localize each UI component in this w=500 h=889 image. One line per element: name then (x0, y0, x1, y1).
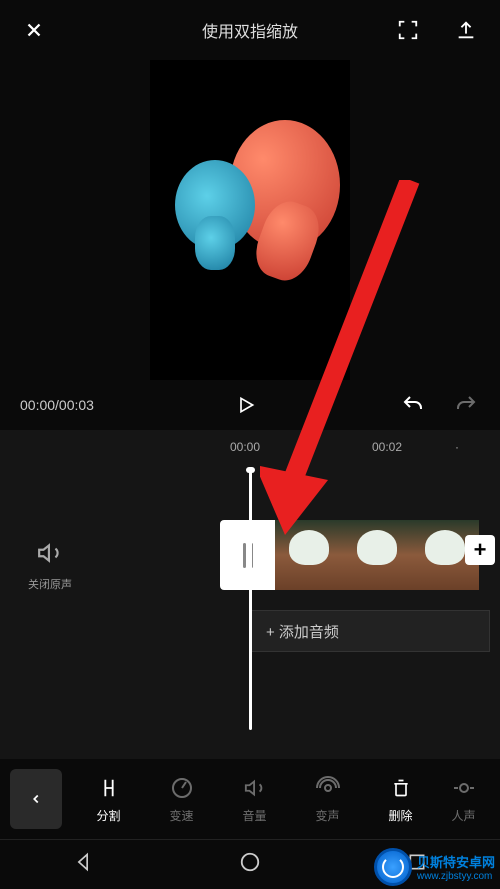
tool-split[interactable]: 分割 (79, 775, 139, 824)
split-icon (96, 775, 122, 801)
speaker-icon (35, 540, 65, 566)
tool-label: 音量 (242, 807, 266, 824)
preview-area[interactable] (0, 60, 500, 380)
toolbar-back-button[interactable] (10, 769, 62, 829)
speed-icon (169, 775, 195, 801)
tool-volume[interactable]: 音量 (225, 775, 285, 824)
fullscreen-icon[interactable] (394, 16, 422, 44)
clip-thumbnail (343, 520, 411, 590)
tool-label: 删除 (388, 807, 412, 824)
add-audio-label: + 添加音频 (266, 621, 339, 642)
redo-button[interactable] (452, 391, 480, 419)
nav-home-button[interactable] (239, 851, 261, 878)
mute-label: 关闭原声 (20, 576, 80, 592)
play-button[interactable] (231, 390, 261, 420)
video-clip[interactable] (220, 520, 479, 590)
timeline[interactable]: 00:00 00:02 · 关闭原声 + + 添加音频 (0, 430, 500, 780)
tool-label: 变速 (169, 807, 193, 824)
playhead[interactable] (249, 470, 252, 730)
mute-original-audio[interactable]: 关闭原声 (20, 540, 80, 592)
close-button[interactable] (20, 16, 48, 44)
vocal-icon (451, 775, 477, 801)
watermark-url: www.zjbstyy.com (417, 871, 495, 882)
tool-label: 人声 (451, 807, 475, 824)
delete-icon (388, 775, 414, 801)
add-audio-row[interactable]: + 添加音频 (250, 610, 490, 652)
voice-change-icon (315, 775, 341, 801)
pinch-hint: 使用双指缩放 (202, 18, 298, 42)
nav-back-button[interactable] (73, 852, 93, 877)
watermark: 贝斯特安卓网 www.zjbstyy.com (374, 848, 495, 886)
tool-label: 变声 (315, 807, 339, 824)
tool-speed[interactable]: 变速 (152, 775, 212, 824)
clip-thumbnail (275, 520, 343, 590)
undo-button[interactable] (399, 391, 427, 419)
tool-voice-change[interactable]: 变声 (298, 775, 358, 824)
add-clip-button[interactable]: + (465, 535, 495, 565)
tool-delete[interactable]: 删除 (371, 775, 431, 824)
export-button[interactable] (452, 16, 480, 44)
tool-vocal[interactable]: 人声 (444, 775, 484, 824)
time-display: 00:00/00:03 (20, 397, 94, 413)
timeline-ruler: 00:00 00:02 · (0, 440, 500, 450)
clip-handle-left[interactable] (220, 520, 275, 590)
video-preview (150, 60, 350, 380)
tool-label: 分割 (96, 807, 120, 824)
volume-icon (242, 775, 268, 801)
watermark-title: 贝斯特安卓网 (417, 852, 495, 871)
watermark-logo (374, 848, 412, 886)
